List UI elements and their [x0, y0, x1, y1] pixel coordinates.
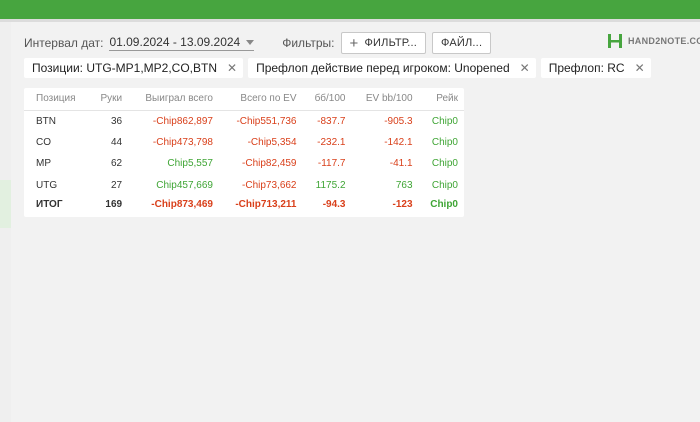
add-filter-button[interactable]: + ФИЛЬТР... — [340, 32, 427, 54]
cell-hands: 169 — [105, 199, 123, 210]
table-row[interactable]: CO 44 -Chip473,798 -Chip5,354 -232.1 -142.1 Ch… — [24, 132, 464, 154]
chevron-down-icon — [246, 39, 255, 45]
cell-bb100: 1175.2 — [315, 179, 346, 191]
plus-icon: + — [349, 34, 359, 52]
left-sidebar — [0, 22, 11, 422]
date-range-picker[interactable]: 01.09.2024 - 13.09.2024 — [109, 35, 255, 51]
report-toolbar: Интервал дат: 01.09.2024 - 13.09.2024 Фи… — [24, 32, 492, 54]
cell-won: Chip5,557 — [167, 158, 213, 170]
cell-hands: 27 — [110, 179, 123, 191]
add-filter-label: ФИЛЬТР... — [364, 37, 418, 49]
cell-ev-total: -Chip5,354 — [247, 136, 297, 148]
cell-won: Chip457,669 — [156, 179, 213, 191]
cell-rake: Chip0 — [431, 136, 458, 148]
cell-won: -Chip873,469 — [151, 199, 213, 210]
date-range-label: Интервал дат: — [24, 36, 104, 50]
cell-hands: 62 — [110, 158, 123, 170]
cell-ev-bb100: -905.3 — [384, 115, 413, 127]
cell-position: UTG — [36, 179, 58, 191]
cell-rake: Chip0 — [430, 199, 458, 210]
cell-ev-total: -Chip82,459 — [242, 158, 297, 170]
column-header-bb100[interactable]: бб/100 — [302, 88, 352, 111]
brand-logo[interactable]: HAND2NOTE.COM — [607, 33, 700, 49]
cell-hands: 44 — [110, 136, 123, 148]
cell-bb100: -232.1 — [317, 136, 346, 148]
position-stats-table: Позиция Руки Выиграл всего Всего по EV б… — [24, 88, 464, 217]
top-header-bar — [0, 0, 700, 19]
filter-chip-label: Позиции: UTG-MP1,MP2,CO,BTN — [32, 61, 217, 75]
filter-chip-positions[interactable]: Позиции: UTG-MP1,MP2,CO,BTN ✕ — [24, 58, 244, 78]
cell-hands: 36 — [110, 115, 123, 127]
cell-position: MP — [36, 158, 51, 170]
table-row[interactable]: BTN 36 -Chip862,897 -Chip551,736 -837.7 -905.… — [24, 110, 464, 132]
filter-chip-preflop[interactable]: Префлоп: RC ✕ — [540, 58, 651, 78]
cell-bb100: -94.3 — [322, 199, 346, 210]
cell-ev-bb100: -41.1 — [389, 158, 413, 170]
cell-bb100: -117.7 — [317, 158, 346, 170]
report-panel: Интервал дат: 01.09.2024 - 13.09.2024 Фи… — [11, 22, 700, 422]
close-icon[interactable]: ✕ — [635, 61, 645, 75]
close-icon[interactable]: ✕ — [520, 61, 530, 75]
column-header-won[interactable]: Выиграл всего — [128, 88, 219, 111]
filter-chip-preflop-action[interactable]: Префлоп действие перед игроком: Unopened… — [248, 58, 536, 78]
cell-rake: Chip0 — [431, 179, 458, 191]
table-header-row: Позиция Руки Выиграл всего Всего по EV б… — [24, 88, 464, 111]
column-header-rake[interactable]: Рейк — [418, 88, 464, 111]
cell-ev-total: -Chip713,211 — [235, 199, 297, 210]
column-header-hands[interactable]: Руки — [89, 88, 129, 111]
cell-position: BTN — [36, 115, 56, 127]
table-row[interactable]: MP 62 Chip5,557 -Chip82,459 -117.7 -41.1 Chip0 — [24, 153, 464, 175]
table-row[interactable]: UTG 27 Chip457,669 -Chip73,662 1175.2 763 Chip… — [24, 175, 464, 197]
cell-ev-bb100: -142.1 — [384, 136, 413, 148]
filter-chip-label: Префлоп: RC — [548, 61, 625, 75]
cell-position: CO — [36, 136, 51, 148]
table-total-row[interactable]: ИТОГ 169 -Chip873,469 -Chip713,211 -94.3 -123… — [24, 196, 464, 213]
hand2note-logo-icon — [607, 33, 623, 49]
cell-ev-total: -Chip551,736 — [236, 115, 297, 127]
column-header-ev-bb100[interactable]: EV bb/100 — [351, 88, 419, 111]
file-button[interactable]: ФАЙЛ... — [432, 32, 492, 54]
column-header-ev-total[interactable]: Всего по EV — [218, 88, 303, 111]
close-icon[interactable]: ✕ — [227, 61, 237, 75]
cell-ev-bb100: -123 — [392, 199, 413, 210]
cell-ev-bb100: 763 — [395, 179, 413, 191]
cell-won: -Chip862,897 — [152, 115, 213, 127]
cell-rake: Chip0 — [431, 115, 458, 127]
cell-rake: Chip0 — [431, 158, 458, 170]
active-filters: Позиции: UTG-MP1,MP2,CO,BTN ✕ Префлоп де… — [24, 58, 656, 78]
column-header-position[interactable]: Позиция — [24, 88, 90, 111]
cell-position: ИТОГ — [36, 199, 63, 210]
file-button-label: ФАЙЛ... — [441, 37, 483, 49]
cell-bb100: -837.7 — [317, 115, 346, 127]
cell-ev-total: -Chip73,662 — [242, 179, 297, 191]
cell-won: -Chip473,798 — [152, 136, 213, 148]
filters-label: Фильтры: — [282, 36, 335, 50]
date-range-value: 01.09.2024 - 13.09.2024 — [109, 35, 241, 49]
filter-chip-label: Префлоп действие перед игроком: Unopened — [256, 61, 510, 75]
brand-name: HAND2NOTE.COM — [628, 36, 700, 46]
sidebar-selected-marker — [0, 180, 11, 228]
